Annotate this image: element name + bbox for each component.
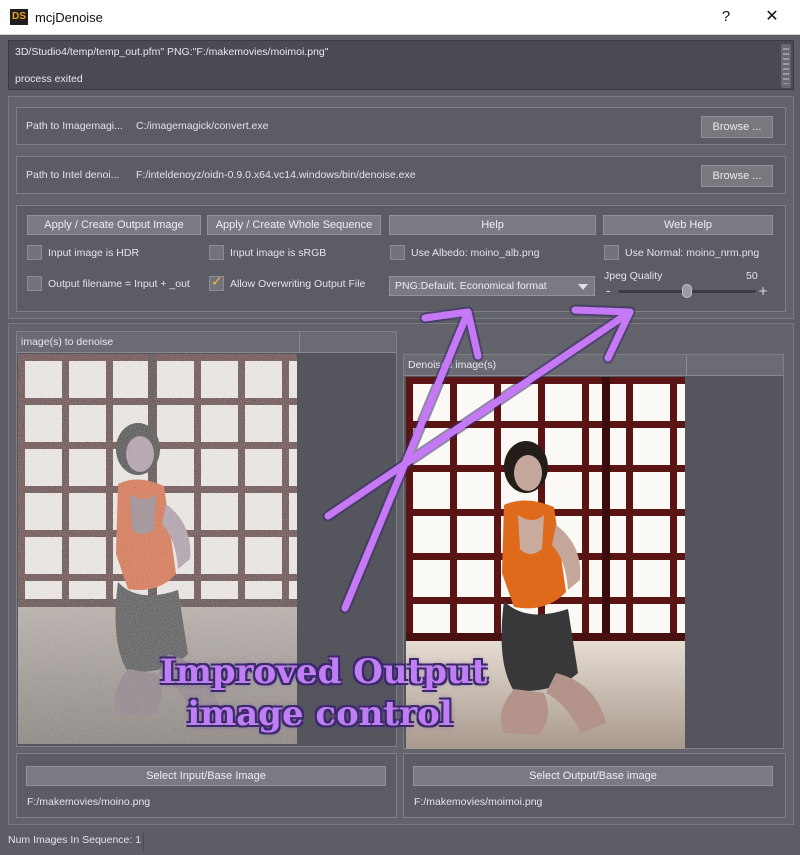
checkbox-label: Input image is sRGB: [230, 246, 327, 259]
allow-overwrite-checkbox[interactable]: Allow Overwriting Output File: [209, 274, 366, 291]
log-scrollbar[interactable]: [781, 44, 791, 88]
log-output[interactable]: 3D/Studio4/temp/temp_out.pfm" PNG:"F:/ma…: [8, 40, 794, 90]
imagemagick-path-row: Path to Imagemagi... C:/imagemagick/conv…: [16, 107, 786, 145]
input-pane-title: image(s) to denoise: [21, 336, 114, 348]
help-icon[interactable]: ?: [706, 4, 746, 30]
jpeg-quality-slider[interactable]: - +: [604, 284, 770, 298]
use-normal-checkbox[interactable]: Use Normal: moino_nrm.png: [604, 245, 759, 260]
browse-imagemagick-button[interactable]: Browse ...: [701, 116, 773, 138]
input-file-path: F:/makemovies/moino.png: [27, 796, 151, 808]
select-output-button[interactable]: Select Output/Base image: [413, 766, 773, 786]
chevron-down-icon: [578, 284, 588, 290]
status-divider: [143, 832, 144, 852]
minus-icon: -: [606, 284, 611, 298]
output-format-value: PNG:Default. Economical format: [395, 280, 547, 292]
checkbox-label: Use Albedo: moino_alb.png: [411, 246, 540, 259]
web-help-button[interactable]: Web Help: [603, 215, 773, 235]
output-pane-header: Denoised image(s): [404, 355, 687, 376]
output-filename-checkbox[interactable]: Output filename = Input + _out: [27, 276, 190, 291]
sequence-count: Num Images In Sequence: 1: [8, 834, 142, 846]
use-albedo-checkbox[interactable]: Use Albedo: moino_alb.png: [390, 245, 539, 260]
apply-output-button[interactable]: Apply / Create Output Image: [27, 215, 201, 235]
denoiser-path-value: F:/inteldenoyz/oidn-0.9.0.x64.vc14.windo…: [136, 169, 416, 181]
input-srgb-checkbox[interactable]: Input image is sRGB: [209, 245, 326, 260]
help-button[interactable]: Help: [389, 215, 596, 235]
browse-denoiser-button[interactable]: Browse ...: [701, 165, 773, 187]
input-select-panel: Select Input/Base Image F:/makemovies/mo…: [16, 753, 397, 818]
checkbox-box[interactable]: [604, 245, 619, 260]
checkbox-label: Allow Overwriting Output File: [230, 277, 366, 290]
checkbox-box[interactable]: [209, 245, 224, 260]
jpeg-quality-label: Jpeg Quality: [604, 270, 663, 282]
plus-icon: +: [757, 284, 768, 298]
output-format-select[interactable]: PNG:Default. Economical format: [389, 276, 595, 296]
denoiser-path-row: Path to Intel denoi... F:/inteldenoyz/oi…: [16, 156, 786, 194]
close-icon[interactable]: ✕: [752, 4, 792, 30]
imagemagick-path-label: Path to Imagemagi...: [26, 120, 123, 132]
select-input-button[interactable]: Select Input/Base Image: [26, 766, 386, 786]
denoiser-path-label: Path to Intel denoi...: [26, 169, 120, 181]
checkbox-box[interactable]: [27, 276, 42, 291]
apply-sequence-button[interactable]: Apply / Create Whole Sequence: [207, 215, 381, 235]
app-logo-icon: DS: [10, 9, 28, 25]
checkbox-box[interactable]: [209, 274, 224, 291]
checkbox-box[interactable]: [390, 245, 405, 260]
checkbox-label: Use Normal: moino_nrm.png: [625, 246, 760, 259]
input-pane-header: image(s) to denoise: [17, 332, 300, 353]
checkbox-box[interactable]: [27, 245, 42, 260]
window-title: mcjDenoise: [35, 10, 103, 25]
log-line: process exited: [15, 73, 83, 85]
checkbox-label: Input image is HDR: [48, 246, 140, 259]
slider-thumb[interactable]: [682, 284, 692, 298]
imagemagick-path-value: C:/imagemagick/convert.exe: [136, 120, 269, 132]
annotation-text: image control: [187, 694, 453, 734]
output-pane-title: Denoised image(s): [408, 359, 497, 371]
log-line: 3D/Studio4/temp/temp_out.pfm" PNG:"F:/ma…: [15, 46, 329, 58]
title-bar: DS mcjDenoise ? ✕: [0, 0, 800, 35]
status-bar: Num Images In Sequence: 1: [0, 829, 800, 855]
input-hdr-checkbox[interactable]: Input image is HDR: [27, 245, 139, 260]
checkbox-label: Output filename = Input + _out: [48, 277, 190, 290]
output-select-panel: Select Output/Base image F:/makemovies/m…: [403, 753, 786, 818]
output-file-path: F:/makemovies/moimoi.png: [414, 796, 543, 808]
jpeg-quality-value: 50: [746, 270, 758, 282]
annotation-text: Improved Output: [160, 652, 488, 692]
pane-header-filler: [687, 355, 783, 376]
pane-header-filler: [300, 332, 396, 353]
